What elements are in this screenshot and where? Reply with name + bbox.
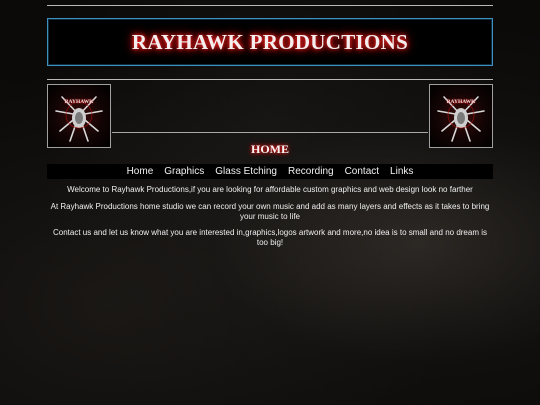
nav-glass-etching[interactable]: Glass Etching <box>215 164 277 179</box>
logo-right[interactable]: RAYHAWK <box>429 84 493 148</box>
welcome-paragraph: Welcome to Rayhawk Productions,if you ar… <box>67 185 473 194</box>
nav-home[interactable]: Home <box>127 164 154 179</box>
logo-left[interactable]: RAYHAWK <box>47 84 111 148</box>
nav-recording[interactable]: Recording <box>288 164 334 179</box>
page-title: HOME <box>251 142 289 156</box>
contact-paragraph: Contact us and let us know what you are … <box>52 228 487 247</box>
logo-right-text: RAYHAWK <box>446 99 476 105</box>
studio-paragraph: At Rayhawk Productions home studio we ca… <box>50 202 490 221</box>
nav-graphics[interactable]: Graphics <box>164 164 204 179</box>
main-nav: Home Graphics Glass Etching Recording Co… <box>47 164 493 179</box>
logo-connector-line <box>112 132 428 133</box>
logo-left-text: RAYHAWK <box>64 99 94 105</box>
rayhawk-emblem-icon <box>55 96 103 142</box>
header-divider <box>47 79 493 80</box>
top-divider <box>47 5 493 6</box>
site-banner: RAYHAWK PRODUCTIONS <box>47 18 493 66</box>
nav-contact[interactable]: Contact <box>345 164 379 179</box>
site-title: RAYHAWK PRODUCTIONS <box>131 29 409 54</box>
nav-links[interactable]: Links <box>390 164 413 179</box>
rayhawk-emblem-icon <box>437 96 485 142</box>
